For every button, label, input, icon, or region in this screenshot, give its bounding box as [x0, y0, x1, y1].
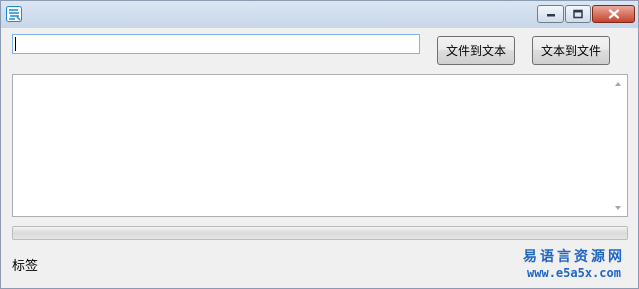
watermark-url: www.e5a5x.com — [527, 266, 621, 280]
file-to-text-button[interactable]: 文件到文本 — [437, 36, 515, 65]
maximize-button[interactable] — [565, 5, 591, 23]
watermark: 易语言资源网 www.e5a5x.com — [518, 248, 630, 281]
app-window: 文件到文本 文本到文件 标签 易语言资源网 www.e5a5x.com — [0, 0, 639, 289]
text-to-file-button[interactable]: 文本到文件 — [532, 36, 610, 65]
status-label: 标签 — [12, 259, 39, 274]
close-icon — [608, 9, 619, 19]
minimize-button[interactable] — [537, 5, 564, 23]
vertical-scrollbar[interactable] — [610, 75, 627, 216]
title-bar[interactable] — [1, 1, 638, 28]
client-area: 文件到文本 文本到文件 标签 易语言资源网 www.e5a5x.com — [1, 28, 638, 288]
watermark-site-name: 易语言资源网 — [523, 249, 625, 265]
text-cursor — [15, 37, 16, 51]
scroll-up-icon[interactable] — [615, 82, 621, 86]
text-input[interactable] — [12, 34, 420, 54]
scroll-down-icon[interactable] — [615, 206, 621, 210]
progress-bar — [12, 226, 628, 240]
window-controls — [536, 5, 635, 23]
minimize-icon — [546, 14, 555, 17]
maximize-icon — [573, 9, 583, 19]
text-area[interactable] — [12, 74, 628, 217]
app-icon[interactable] — [6, 6, 22, 22]
close-button[interactable] — [592, 5, 635, 23]
